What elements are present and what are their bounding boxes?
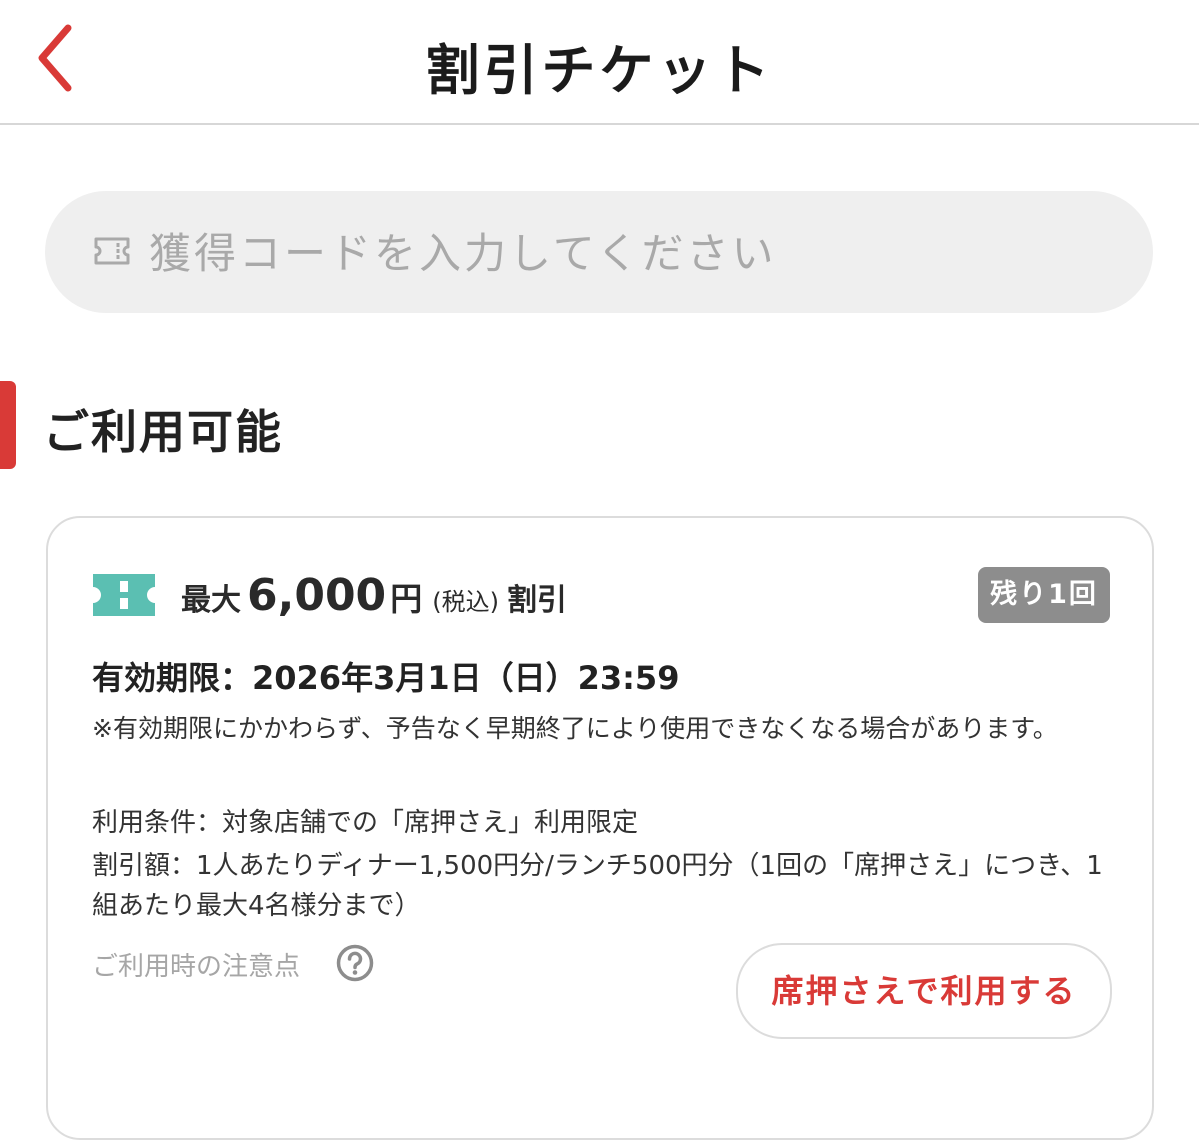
- usage-condition: 利用条件：対象店舗での「席押さえ」利用限定: [92, 808, 639, 838]
- discount-tax-note: (税込): [432, 588, 499, 616]
- page-title: 割引チケット: [425, 39, 774, 102]
- ticket-outline-icon: [94, 237, 130, 265]
- ticket-card: 最大 6,000 円 (税込) 割引 残り1回 有効期限：2026年3月1日（日）23:…: [46, 516, 1154, 1140]
- ticket-icon: [93, 574, 155, 616]
- app-header: 割引チケット: [0, 0, 1199, 125]
- question-circle-icon[interactable]: [336, 944, 374, 982]
- discount-suffix: 割引: [506, 583, 567, 618]
- discount-unit: 円: [390, 580, 423, 618]
- code-input[interactable]: [147, 216, 1111, 290]
- discount-amount: 6,000: [247, 570, 387, 621]
- usage-caution-link[interactable]: ご利用時の注意点: [92, 946, 300, 983]
- use-ticket-button[interactable]: 席押さえで利用する: [736, 943, 1112, 1039]
- discount-prefix: 最大: [181, 583, 241, 618]
- remaining-uses-badge: 残り1回: [978, 567, 1110, 623]
- discount-condition: 割引額：1人あたりディナー1,500円分/ランチ500円分（1回の「席押さえ」に…: [92, 851, 1103, 921]
- code-input-field[interactable]: [45, 191, 1153, 313]
- early-termination-note: ※有効期限にかかわらず、予告なく早期終了により使用できなくなる場合があります。: [92, 714, 1058, 743]
- expiry-date: 有効期限：2026年3月1日（日）23:59: [92, 659, 680, 697]
- section-title: ご利用可能: [43, 405, 283, 459]
- discount-amount-line: 最大 6,000 円 (税込) 割引: [181, 570, 567, 621]
- section-accent-bar: [0, 381, 16, 469]
